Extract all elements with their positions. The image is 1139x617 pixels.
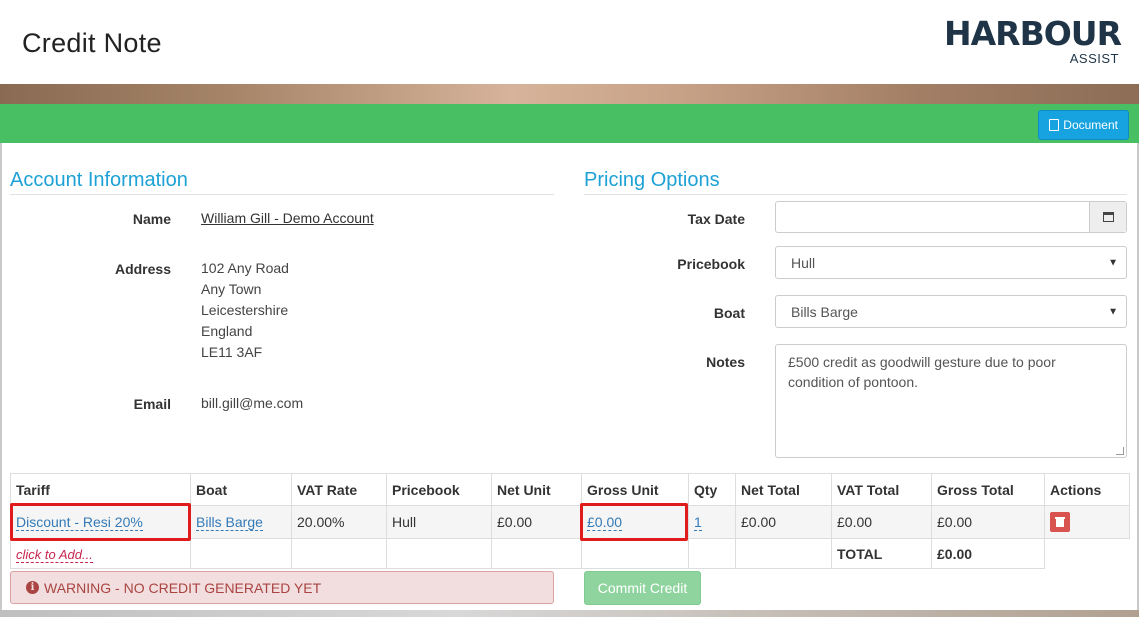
total-value: £0.00 — [931, 538, 1045, 569]
pricebook-select[interactable]: Hull ▼ — [775, 246, 1127, 279]
column-header-pricebook: Pricebook — [386, 473, 492, 506]
empty-cell — [386, 538, 492, 569]
bottom-edge — [0, 610, 1139, 617]
column-header-gross-total: Gross Total — [931, 473, 1045, 506]
harbour-assist-logo: HARBOUR ASSIST — [944, 14, 1122, 66]
pdf-file-icon — [1049, 119, 1060, 131]
table-row: Discount - Resi 20% Bills Barge 20.00% H… — [10, 505, 1130, 539]
account-name-link[interactable]: William Gill - Demo Account — [201, 210, 374, 226]
empty-cell — [491, 538, 582, 569]
tax-date-label: Tax Date — [687, 211, 745, 227]
address-label: Address — [114, 261, 171, 277]
gross-total-cell: £0.00 — [931, 505, 1045, 539]
gross-unit-cell: £0.00 — [581, 505, 689, 539]
logo-wordmark: HARBOUR — [944, 14, 1122, 53]
info-circle-icon: i — [26, 581, 39, 594]
calendar-icon — [1102, 212, 1114, 222]
notes-textarea[interactable]: £500 credit as goodwill gesture due to p… — [775, 344, 1127, 458]
page-title: Credit Note — [22, 28, 162, 58]
net-unit-cell: £0.00 — [491, 505, 582, 539]
address-line: England — [201, 323, 253, 339]
top-header: Credit Note HARBOUR ASSIST — [0, 0, 1139, 84]
actions-cell — [1044, 505, 1130, 539]
column-header-net-total: Net Total — [735, 473, 832, 506]
email-value: bill.gill@me.com — [201, 395, 304, 411]
add-line-link[interactable]: click to Add... — [16, 546, 93, 563]
main-content: Account Information Name William Gill - … — [0, 143, 1139, 617]
empty-cell — [190, 538, 292, 569]
address-block: 102 Any Road Any Town Leicestershire Eng… — [201, 258, 289, 363]
warning-text: WARNING - NO CREDIT GENERATED YET — [44, 579, 322, 596]
boat-select[interactable]: Bills Barge ▼ — [775, 295, 1127, 328]
decorative-banner — [0, 84, 1139, 104]
document-button-label: Document — [1063, 118, 1118, 132]
vat-total-cell: £0.00 — [831, 505, 932, 539]
empty-cell — [291, 538, 387, 569]
tariff-cell: Discount - Resi 20% — [10, 505, 191, 539]
notes-label: Notes — [706, 354, 745, 370]
boat-label: Boat — [713, 305, 745, 321]
address-line: 102 Any Road — [201, 260, 289, 276]
column-header-vat-total: VAT Total — [831, 473, 932, 506]
column-header-tariff: Tariff — [10, 473, 191, 506]
column-header-gross-unit: Gross Unit — [581, 473, 689, 506]
column-header-vat-rate: VAT Rate — [291, 473, 387, 506]
calendar-button[interactable] — [1089, 202, 1126, 232]
boat-editable-link[interactable]: Bills Barge — [196, 514, 263, 531]
empty-cell — [735, 538, 832, 569]
vat-rate-cell: 20.00% — [291, 505, 387, 539]
total-label: TOTAL — [831, 538, 932, 569]
account-name[interactable]: William Gill - Demo Account — [201, 208, 374, 229]
add-line-cell: click to Add... — [10, 538, 191, 569]
pricebook-cell: Hull — [386, 505, 492, 539]
document-button[interactable]: Document — [1038, 110, 1129, 140]
commit-credit-button[interactable]: Commit Credit — [584, 571, 701, 605]
address-line: Leicestershire — [201, 302, 289, 318]
account-information-heading: Account Information — [10, 169, 188, 191]
column-header-net-unit: Net Unit — [491, 473, 582, 506]
pricebook-label: Pricebook — [677, 256, 745, 272]
resize-handle-icon[interactable] — [1116, 447, 1124, 455]
pricing-heading-divider — [584, 194, 1127, 195]
credit-lines-table: Tariff Boat VAT Rate Pricebook Net Unit … — [10, 473, 1130, 569]
trash-icon[interactable] — [1050, 512, 1070, 532]
table-header-row: Tariff Boat VAT Rate Pricebook Net Unit … — [10, 473, 1130, 506]
tariff-editable-link[interactable]: Discount - Resi 20% — [16, 514, 143, 531]
address-line: Any Town — [201, 281, 262, 297]
column-header-actions: Actions — [1044, 473, 1130, 506]
pricebook-selected-value: Hull — [791, 254, 816, 271]
notes-text: £500 credit as goodwill gesture due to p… — [788, 354, 1056, 390]
gross-unit-editable-link[interactable]: £0.00 — [587, 514, 623, 531]
qty-editable-link[interactable]: 1 — [694, 514, 702, 531]
chevron-down-icon: ▼ — [1108, 257, 1118, 268]
empty-cell — [581, 538, 689, 569]
table-footer-row: click to Add... TOTAL £0.00 — [10, 538, 1130, 569]
column-header-boat: Boat — [190, 473, 292, 506]
boat-selected-value: Bills Barge — [791, 303, 858, 320]
warning-alert: i WARNING - NO CREDIT GENERATED YET — [10, 571, 554, 604]
action-bar: Document — [0, 104, 1139, 143]
qty-cell: 1 — [688, 505, 736, 539]
tax-date-input[interactable] — [775, 201, 1127, 233]
chevron-down-icon: ▼ — [1108, 306, 1118, 317]
email-label: Email — [133, 396, 171, 412]
column-header-qty: Qty — [688, 473, 736, 506]
empty-cell — [1045, 539, 1130, 569]
account-heading-divider — [10, 194, 554, 195]
boat-cell: Bills Barge — [190, 505, 292, 539]
logo-subtitle: ASSIST — [1069, 51, 1119, 66]
net-total-cell: £0.00 — [735, 505, 832, 539]
address-line: LE11 3AF — [201, 344, 263, 360]
name-label: Name — [132, 211, 171, 227]
empty-cell — [688, 538, 736, 569]
pricing-options-heading: Pricing Options — [584, 169, 720, 191]
